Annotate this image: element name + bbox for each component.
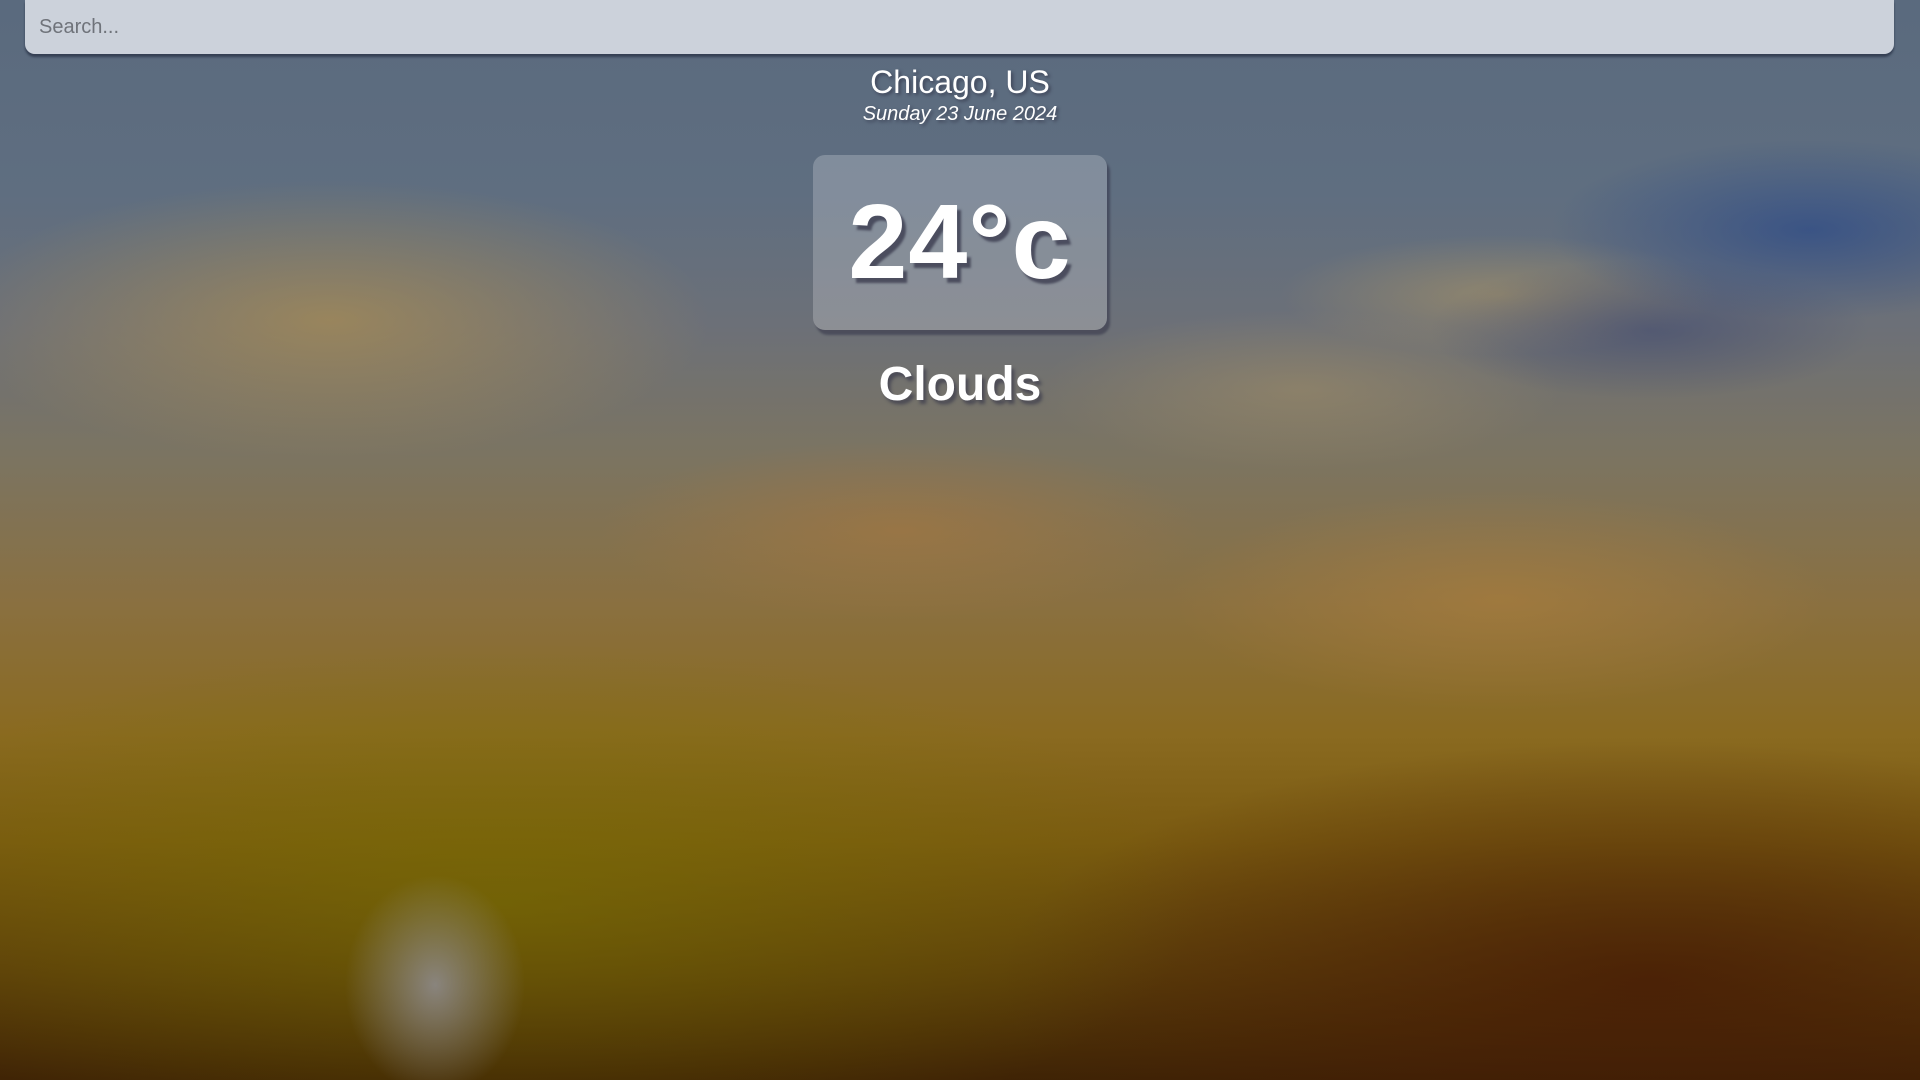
temperature-value: 24°c [848, 183, 1072, 301]
location-box: Chicago, US Sunday 23 June 2024 [0, 62, 1920, 126]
weather-condition: Clouds [878, 358, 1042, 411]
search-input[interactable] [39, 0, 1879, 54]
search-box[interactable] [25, 0, 1894, 54]
location-name: Chicago, US [870, 64, 1050, 100]
temperature-box: 24°c [813, 155, 1107, 330]
current-date: Sunday 23 June 2024 [862, 103, 1058, 125]
